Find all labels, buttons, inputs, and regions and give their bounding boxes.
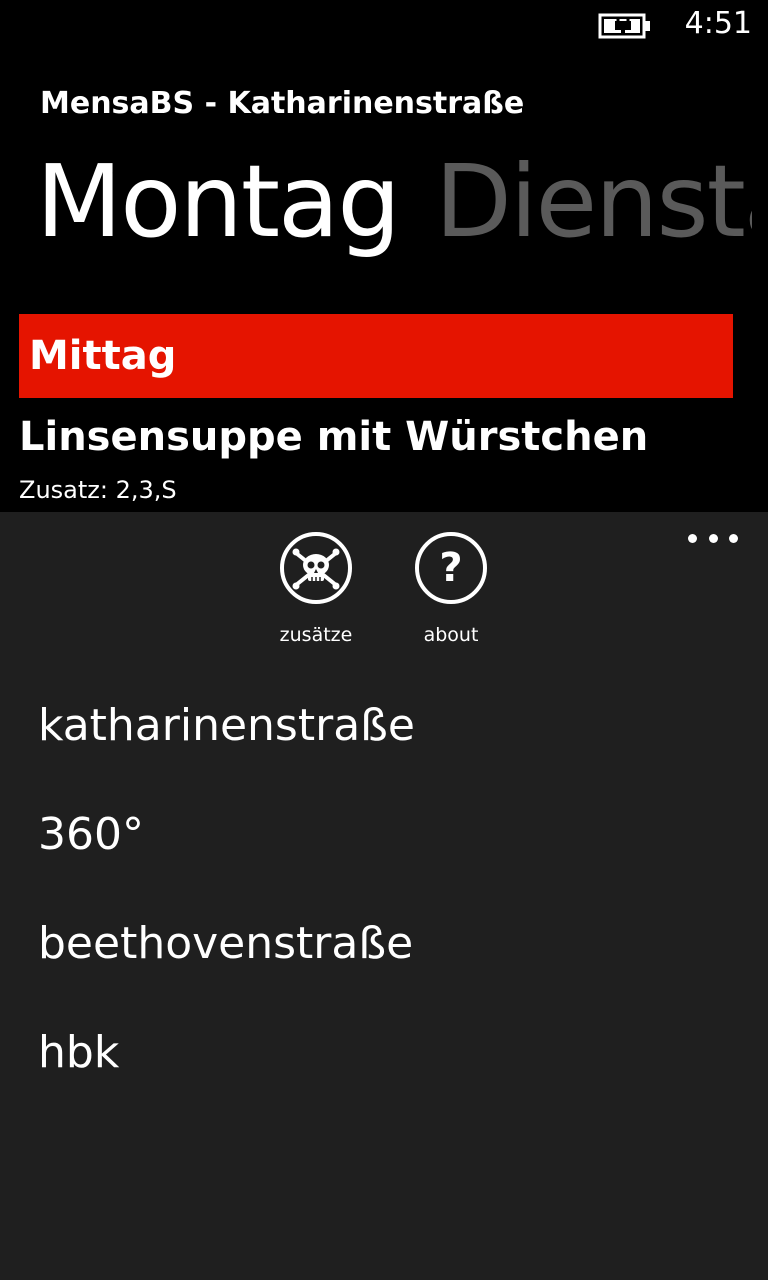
pivot-header-montag[interactable]: Montag [36,140,401,264]
ellipsis-dot [729,533,738,543]
menu-item-360[interactable]: 360° [38,793,415,902]
battery-charging-icon [598,12,650,39]
meal-title: Linsensuppe mit Würstchen [19,414,649,460]
menu-item-katharinenstrasse[interactable]: katharinenstraße [38,684,415,793]
about-button[interactable]: ? about [391,532,511,652]
section-banner: Mittag [19,314,733,398]
question-mark-icon: ? [439,545,463,591]
zusaetze-circle [280,532,352,604]
skull-crossbones-icon [292,548,340,590]
pivot-header-dienstag[interactable]: Dienstag [435,140,752,264]
about-circle: ? [415,532,487,604]
status-bar: 4:51 [0,0,768,50]
clock: 4:51 [684,6,752,41]
pivot-headers: Montag Dienstag [36,140,752,270]
section-label: Mittag [29,333,177,379]
ellipsis-dot [688,533,697,543]
meal-additives: Zusatz: 2,3,S [19,476,177,504]
app-title: MensaBS - Katharinenstraße [40,86,525,121]
more-button[interactable] [688,526,738,550]
zusaetze-label: zusätze [279,624,353,646]
menu-item-beethovenstrasse[interactable]: beethovenstraße [38,902,415,1011]
zusaetze-button[interactable]: zusätze [256,532,376,652]
phone-screen: 4:51 MensaBS - Katharinenstraße Montag Di… [0,0,768,1280]
app-bar: zusätze ? about katharinenstraße 360° be… [0,512,768,1280]
about-label: about [423,624,479,646]
app-bar-menu: katharinenstraße 360° beethovenstraße hb… [38,684,415,1120]
menu-item-hbk[interactable]: hbk [38,1011,415,1120]
ellipsis-dot [708,533,718,543]
